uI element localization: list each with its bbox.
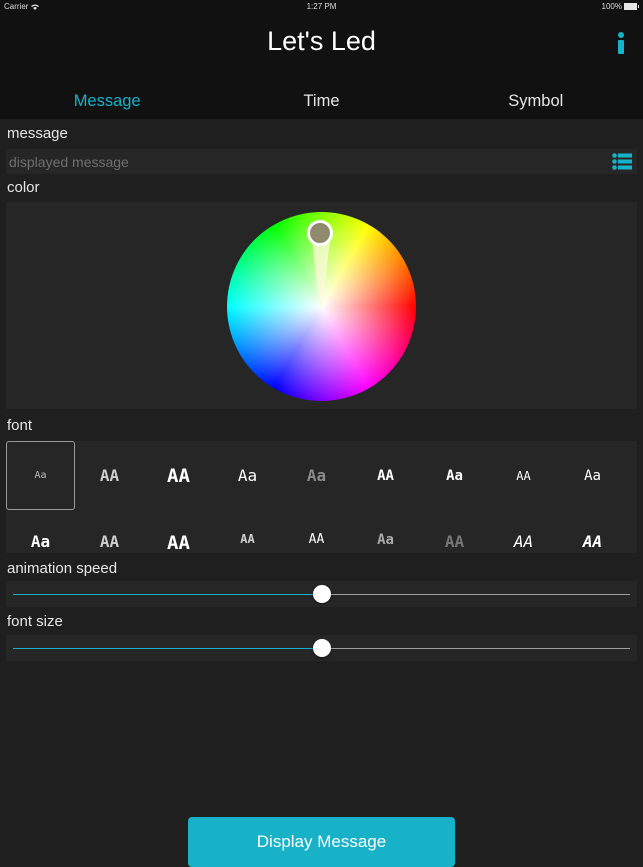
app-title: Let's Led (267, 26, 376, 56)
font-size-label: font size (7, 613, 63, 630)
font-option[interactable]: AA (75, 510, 144, 553)
info-icon (618, 32, 624, 54)
status-bar: Carrier 1:27 PM 100% (0, 0, 643, 14)
message-input[interactable] (6, 149, 637, 174)
font-option[interactable]: AA (144, 441, 213, 510)
slider-thumb[interactable] (312, 585, 331, 603)
animation-speed-slider[interactable] (6, 581, 637, 607)
font-label: font (7, 417, 33, 434)
animation-speed-label: animation speed (7, 560, 118, 577)
color-wheel[interactable] (227, 212, 416, 401)
slider-thumb[interactable] (312, 639, 331, 657)
tab-message[interactable]: Message (0, 88, 214, 114)
status-time: 1:27 PM (306, 2, 337, 11)
font-option[interactable]: Aa (6, 441, 75, 510)
message-list-button[interactable] (612, 153, 632, 170)
font-option[interactable]: AA (489, 441, 558, 510)
font-option[interactable]: AA (282, 510, 351, 553)
font-option[interactable]: Aa (282, 441, 351, 510)
list-icon (612, 153, 632, 170)
font-option[interactable]: Aa (6, 510, 75, 553)
color-label: color (7, 179, 40, 196)
font-row: Aa AA AA Aa Aa AA Aa AA Aa (6, 441, 637, 510)
font-option[interactable]: Aa (420, 441, 489, 510)
tab-symbol[interactable]: Symbol (429, 88, 643, 114)
slider-track-fill (13, 594, 322, 595)
font-option[interactable]: AA (213, 510, 282, 553)
battery-indicator: 100% (601, 2, 639, 11)
font-size-slider[interactable] (6, 635, 637, 661)
font-option[interactable]: AA (420, 510, 489, 553)
font-option[interactable]: AA (75, 441, 144, 510)
font-option[interactable]: AA (558, 510, 627, 553)
font-option[interactable]: Aa (351, 510, 420, 553)
tab-bar: Message Time Symbol (0, 88, 643, 114)
font-option[interactable]: Aa (558, 441, 627, 510)
battery-icon (624, 3, 639, 10)
font-option[interactable]: Aa (213, 441, 282, 510)
battery-percent: 100% (601, 2, 622, 11)
display-message-button[interactable]: Display Message (188, 817, 455, 867)
tab-time[interactable]: Time (214, 88, 428, 114)
font-option[interactable]: AA (144, 510, 213, 553)
font-option[interactable]: AA (351, 441, 420, 510)
message-label: message (7, 125, 68, 142)
font-grid: Aa AA AA Aa Aa AA Aa AA Aa Aa AA AA AA A… (6, 441, 637, 553)
color-picker-knob[interactable] (307, 220, 333, 246)
slider-track-fill (13, 648, 322, 649)
info-button[interactable] (612, 30, 630, 58)
header: Let's Led Message Time Symbol (0, 14, 643, 119)
font-row: Aa AA AA AA AA Aa AA AA AA (6, 510, 637, 553)
font-option[interactable]: AA (489, 510, 558, 553)
